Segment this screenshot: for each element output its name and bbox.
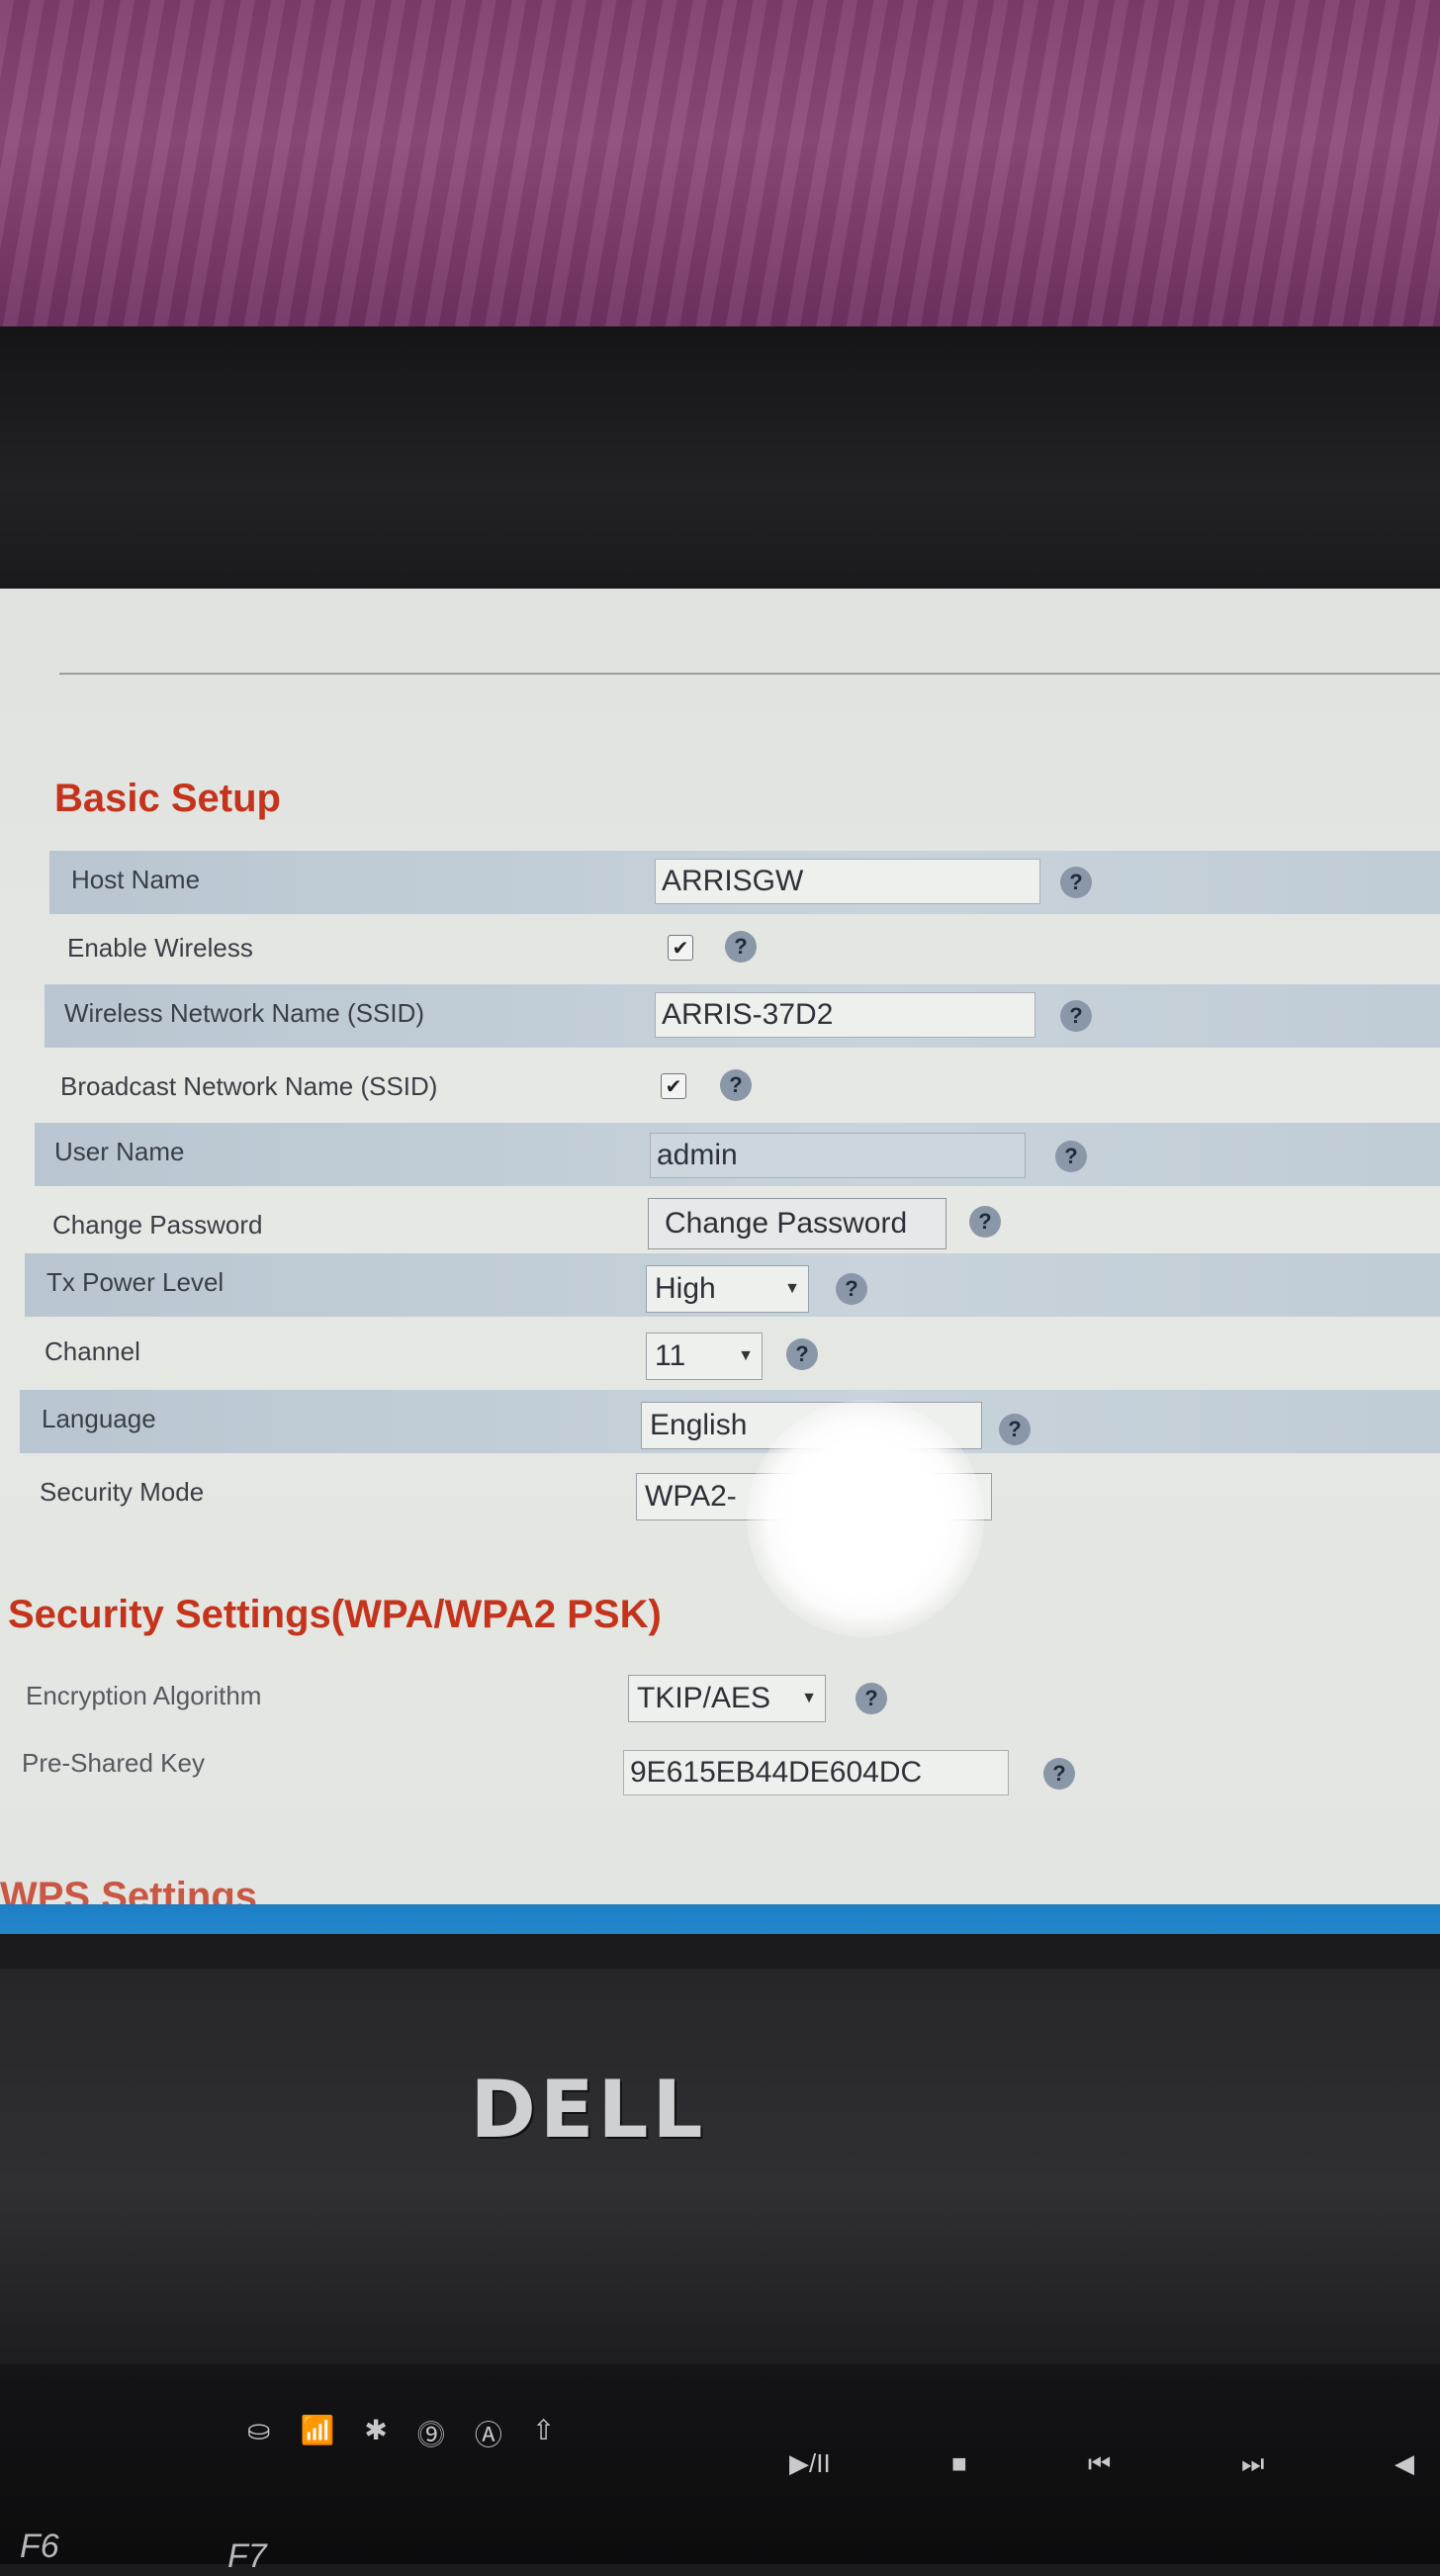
mute-key[interactable]: ◀	[1395, 2448, 1414, 2479]
status-lights: ⛀ 📶 ✱ ⓽ Ⓐ ⇧	[247, 2414, 555, 2453]
help-icon[interactable]: ?	[1060, 1000, 1092, 1032]
host-name-label: Host Name	[71, 865, 201, 894]
change-password-label: Change Password	[52, 1210, 263, 1240]
row-language: Language English ?	[20, 1390, 1440, 1453]
f6-key[interactable]: F6	[20, 2528, 59, 2566]
section-title-wps-settings: WPS Settings	[0, 1875, 258, 1904]
tx-power-value: High	[655, 1272, 716, 1305]
next-track-key[interactable]: ⏭	[1241, 2448, 1264, 2480]
row-pre-shared-key: Pre-Shared Key 9E615EB44DE604DC ?	[10, 1736, 1440, 1799]
security-mode-value: WPA2-	[645, 1480, 737, 1513]
broadcast-ssid-checkbox[interactable]: ✔	[661, 1073, 686, 1099]
chevron-down-icon: ▼	[738, 1347, 754, 1364]
user-name-input[interactable]: admin	[650, 1133, 1026, 1178]
chevron-down-icon: ▼	[801, 1690, 817, 1706]
help-icon[interactable]: ?	[725, 931, 757, 963]
row-security-mode: Security Mode WPA2-	[20, 1459, 1440, 1522]
help-icon[interactable]: ?	[720, 1069, 752, 1101]
hdd-icon: ⛀	[247, 2415, 271, 2445]
change-password-button[interactable]: Change Password	[648, 1198, 946, 1249]
user-name-label: User Name	[54, 1137, 185, 1166]
help-icon[interactable]: ?	[786, 1338, 818, 1370]
stop-key[interactable]: ■	[951, 2448, 967, 2479]
bluetooth-icon: ✱	[364, 2415, 388, 2445]
ssid-label: Wireless Network Name (SSID)	[64, 998, 425, 1028]
num-lock-icon: ⓽	[416, 2420, 445, 2450]
tx-power-label: Tx Power Level	[46, 1267, 225, 1297]
help-icon[interactable]: ?	[836, 1273, 867, 1305]
language-value: English	[650, 1409, 748, 1441]
row-ssid: Wireless Network Name (SSID) ARRIS-37D2 …	[45, 984, 1440, 1048]
row-host-name: Host Name ARRISGW ?	[49, 851, 1440, 914]
encryption-select[interactable]: TKIP/AES ▼	[628, 1675, 826, 1722]
channel-select[interactable]: 11 ▼	[646, 1333, 763, 1380]
section-title-security-settings: Security Settings(WPA/WPA2 PSK)	[8, 1593, 662, 1636]
channel-value: 11	[655, 1339, 686, 1372]
enable-wireless-label: Enable Wireless	[67, 933, 253, 963]
row-tx-power: Tx Power Level High ▼ ?	[25, 1253, 1440, 1317]
laptop-screen: Basic Setup Host Name ARRISGW ? Enable W…	[0, 589, 1440, 1934]
previous-track-key[interactable]: ⏮	[1088, 2448, 1111, 2480]
language-label: Language	[42, 1404, 156, 1433]
security-mode-label: Security Mode	[40, 1477, 205, 1507]
tx-power-select[interactable]: High ▼	[646, 1265, 809, 1313]
laptop-bezel-top	[0, 326, 1440, 594]
channel-label: Channel	[45, 1336, 140, 1366]
encryption-label: Encryption Algorithm	[26, 1681, 262, 1710]
row-broadcast-ssid: Broadcast Network Name (SSID) ✔ ?	[45, 1054, 1440, 1117]
laptop-bezel-bottom	[0, 1969, 1440, 2364]
dell-logo: DELL	[470, 2064, 707, 2156]
help-icon[interactable]: ?	[1043, 1758, 1075, 1790]
f7-key[interactable]: F7	[227, 2537, 267, 2576]
ssid-input[interactable]: ARRIS-37D2	[655, 992, 1035, 1038]
row-encryption: Encryption Algorithm TKIP/AES ▼ ?	[10, 1667, 1440, 1730]
help-icon[interactable]: ?	[1055, 1141, 1087, 1172]
laptop-keyboard	[0, 2364, 1440, 2564]
help-icon[interactable]: ?	[969, 1206, 1001, 1238]
camera-flash-glare	[747, 1400, 984, 1637]
row-channel: Channel 11 ▼ ?	[25, 1321, 1440, 1384]
section-title-basic-setup: Basic Setup	[54, 777, 281, 820]
host-name-input[interactable]: ARRISGW	[655, 859, 1040, 904]
row-user-name: User Name admin ?	[35, 1123, 1440, 1186]
row-change-password: Change Password Change Password ?	[35, 1192, 1440, 1255]
caps-lock-icon: Ⓐ	[474, 2420, 502, 2450]
help-icon[interactable]: ?	[855, 1683, 887, 1714]
help-icon[interactable]: ?	[999, 1414, 1031, 1445]
divider	[59, 673, 1440, 675]
help-icon[interactable]: ?	[1060, 867, 1092, 898]
scroll-lock-icon: ⇧	[531, 2415, 556, 2445]
chevron-down-icon: ▼	[784, 1280, 800, 1297]
psk-label: Pre-Shared Key	[22, 1748, 205, 1778]
os-taskbar	[0, 1904, 1440, 1934]
wifi-icon: 📶	[300, 2415, 335, 2445]
row-enable-wireless: Enable Wireless ✔ ?	[49, 915, 1440, 978]
enable-wireless-checkbox[interactable]: ✔	[668, 935, 693, 961]
encryption-value: TKIP/AES	[637, 1682, 771, 1714]
psk-input[interactable]: 9E615EB44DE604DC	[623, 1750, 1009, 1795]
broadcast-ssid-label: Broadcast Network Name (SSID)	[60, 1071, 438, 1101]
play-pause-key[interactable]: ▶/II	[789, 2448, 831, 2479]
background-wall	[0, 0, 1440, 346]
